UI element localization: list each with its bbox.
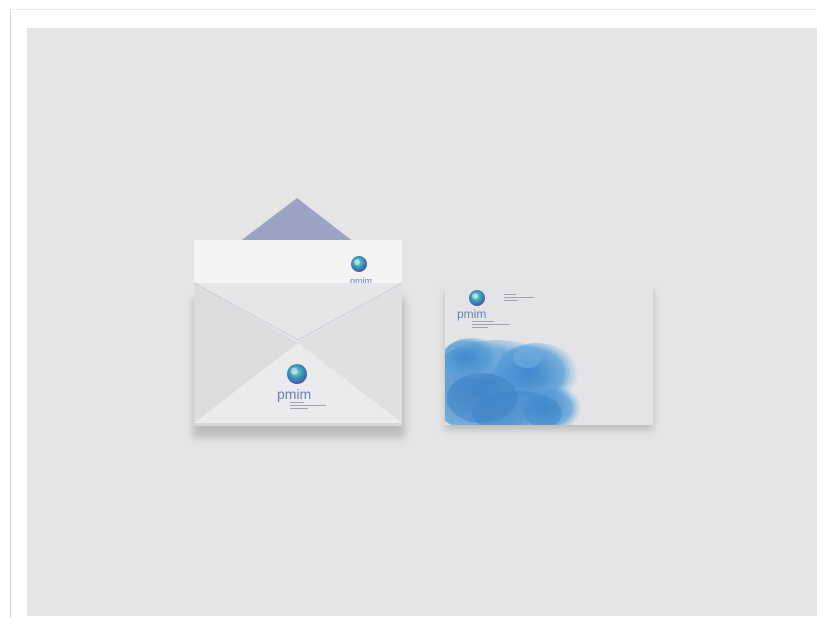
open-envelope: pmim pmim xyxy=(193,198,405,438)
frame-top-rule xyxy=(10,9,817,10)
frame-left-rule xyxy=(10,10,11,618)
stationery-mockup: pmim pmim pmim xyxy=(193,198,653,438)
envelope-open-flap xyxy=(239,198,354,242)
image-frame: pmim pmim pmim xyxy=(0,0,827,628)
front-envelope: pmim xyxy=(445,283,653,430)
envelope-logo-text: pmim xyxy=(277,386,311,402)
mockup-scene: pmim pmim pmim xyxy=(27,28,817,616)
front-envelope-logo-text: pmim xyxy=(457,307,486,321)
watercolor-splash xyxy=(445,338,582,425)
